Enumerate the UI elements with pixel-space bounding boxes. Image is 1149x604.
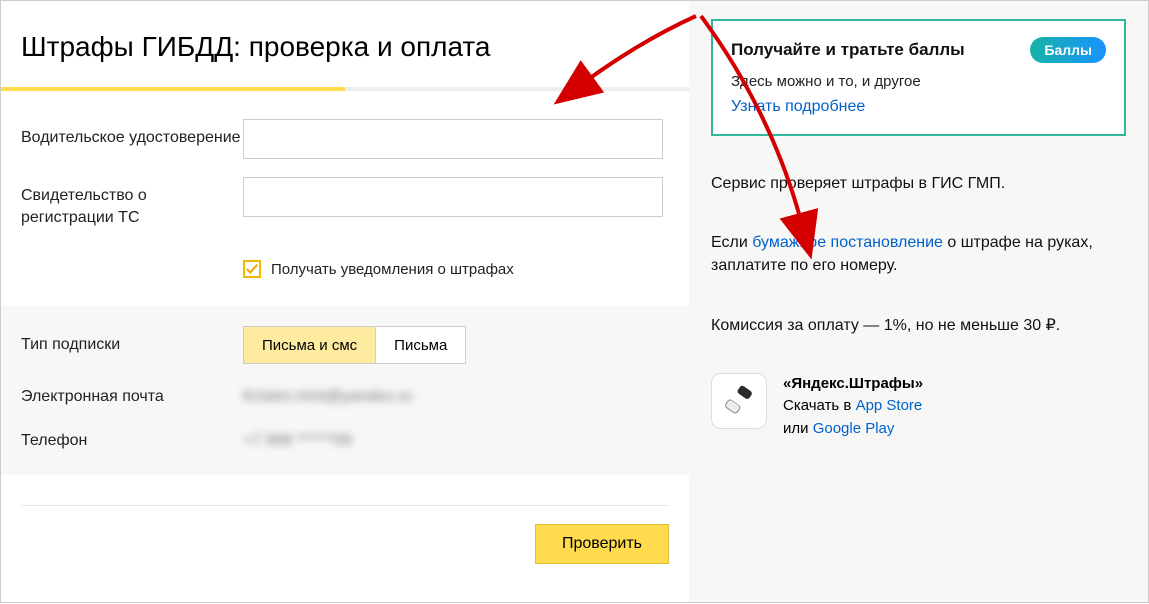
subscription-section: Тип подписки Письма и смс Письма Электро… bbox=[1, 306, 689, 475]
phone-label: Телефон bbox=[21, 430, 243, 452]
info-panel: Получайте и тратьте баллы Баллы Здесь мо… bbox=[689, 1, 1148, 602]
email-label: Электронная почта bbox=[21, 386, 243, 408]
google-play-link[interactable]: Google Play bbox=[813, 420, 895, 437]
app-icon bbox=[711, 373, 767, 429]
phone-value: +7 968 ******09 bbox=[243, 432, 352, 450]
toggle-email-button[interactable]: Письма bbox=[375, 327, 465, 363]
notify-checkbox-row[interactable]: Получать уведомления о штрафах bbox=[243, 260, 669, 278]
notify-checkbox-label: Получать уведомления о штрафах bbox=[271, 261, 514, 278]
registration-input[interactable] bbox=[243, 177, 663, 217]
app-store-link[interactable]: App Store bbox=[856, 397, 923, 414]
paper-decree-link[interactable]: бумажное постановление bbox=[752, 234, 943, 251]
progress-fill bbox=[1, 87, 345, 91]
or-text: или bbox=[783, 420, 813, 437]
promo-title: Получайте и тратьте баллы bbox=[731, 40, 965, 60]
points-badge[interactable]: Баллы bbox=[1030, 37, 1106, 63]
info-line-3: Комиссия за оплату — 1%, но не меньше 30… bbox=[711, 314, 1126, 337]
learn-more-link[interactable]: Узнать подробнее bbox=[731, 98, 865, 115]
page-title: Штрафы ГИБДД: проверка и оплата bbox=[21, 31, 669, 63]
email-value: Kristini.mint@yandex.ru bbox=[243, 388, 412, 406]
progress-bar bbox=[1, 87, 689, 91]
driver-license-label: Водительское удостоверение bbox=[21, 119, 243, 149]
download-prefix: Скачать в bbox=[783, 397, 856, 414]
submit-area: Проверить bbox=[21, 505, 669, 564]
app-block: «Яндекс.Штрафы» Скачать в App Store или … bbox=[711, 373, 1126, 441]
check-button[interactable]: Проверить bbox=[535, 524, 669, 564]
check-icon bbox=[245, 262, 259, 276]
info-line-2a: Если bbox=[711, 234, 752, 251]
info-line-1: Сервис проверяет штрафы в ГИС ГМП. bbox=[711, 172, 1126, 195]
info-line-2: Если бумажное постановление о штрафе на … bbox=[711, 231, 1126, 277]
registration-label: Свидетельство о регистрации ТС bbox=[21, 177, 243, 228]
subscription-type-toggle: Письма и смс Письма bbox=[243, 326, 466, 364]
notify-checkbox[interactable] bbox=[243, 260, 261, 278]
promo-subtitle: Здесь можно и то, и другое bbox=[731, 73, 1106, 90]
promo-box: Получайте и тратьте баллы Баллы Здесь мо… bbox=[711, 19, 1126, 136]
app-title: «Яндекс.Штрафы» bbox=[783, 373, 923, 396]
form-panel: Штрафы ГИБДД: проверка и оплата Водитель… bbox=[1, 1, 689, 602]
whistle-icon bbox=[722, 384, 756, 418]
toggle-both-button[interactable]: Письма и смс bbox=[244, 327, 375, 363]
subscription-type-label: Тип подписки bbox=[21, 334, 243, 356]
driver-license-input[interactable] bbox=[243, 119, 663, 159]
